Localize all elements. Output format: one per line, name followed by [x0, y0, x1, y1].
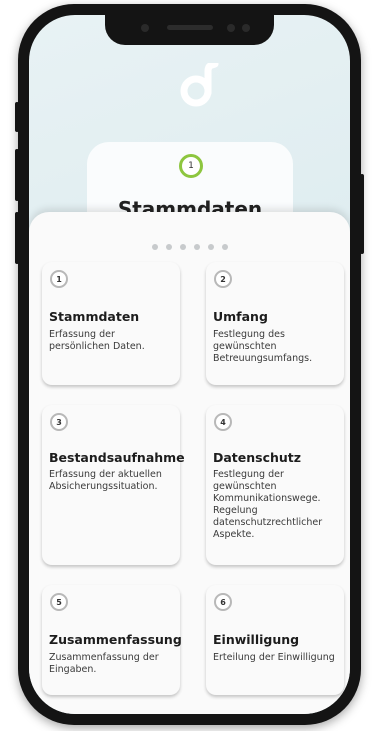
- step-card-stammdaten[interactable]: 1 Stammdaten Erfassung der persönlichen …: [42, 262, 180, 385]
- step-description: Zusammenfassung der Eingaben.: [49, 652, 159, 675]
- power-button: [360, 174, 364, 254]
- pagination-dot[interactable]: [179, 244, 186, 250]
- step-title: Einwilligung: [213, 632, 300, 647]
- step-title: Umfang: [213, 309, 268, 324]
- step-card-datenschutz[interactable]: 4 Datenschutz Festlegung der gewünschten…: [206, 405, 344, 565]
- step-description: Festlegung der gewünschten Kommunikation…: [213, 469, 323, 540]
- screen: 1 Stammdaten 1 Stammdaten Erfassung der …: [29, 15, 350, 714]
- step-title: Datenschutz: [213, 450, 302, 465]
- step-title: Bestandsaufnahme: [49, 450, 185, 465]
- front-camera-icon: [227, 24, 235, 32]
- pagination-dot[interactable]: [165, 244, 172, 250]
- silent-switch: [15, 102, 19, 132]
- step-number-badge: 6: [214, 593, 232, 611]
- pagination-dot[interactable]: [151, 244, 158, 250]
- step-card-einwilligung[interactable]: 6 Einwilligung Erteilung der Einwilligun…: [206, 585, 344, 695]
- volume-up-button: [15, 149, 19, 201]
- pagination-dots: [29, 244, 350, 250]
- step-title: Stammdaten: [49, 309, 140, 324]
- notch: [105, 15, 274, 45]
- proximity-sensor: [141, 24, 149, 32]
- step-number-badge: 1: [50, 270, 68, 288]
- phone-frame: 1 Stammdaten 1 Stammdaten Erfassung der …: [15, 4, 364, 725]
- step-description: Erfassung der persönlichen Daten.: [49, 329, 145, 352]
- current-step-badge: 1: [179, 154, 203, 178]
- step-description: Festlegung des gewünschten Betreuungsumf…: [213, 329, 313, 364]
- step-number-badge: 3: [50, 413, 68, 431]
- step-number-badge: 2: [214, 270, 232, 288]
- speaker: [167, 25, 213, 30]
- d-logo-icon: [180, 63, 219, 107]
- step-number-badge: 5: [50, 593, 68, 611]
- step-title: Zusammenfassung: [49, 632, 182, 647]
- step-description: Erteilung der Einwilligung: [213, 652, 335, 663]
- pagination-dot[interactable]: [207, 244, 214, 250]
- step-card-umfang[interactable]: 2 Umfang Festlegung des gewünschten Betr…: [206, 262, 344, 385]
- step-number-badge: 4: [214, 413, 232, 431]
- step-card-zusammenfassung[interactable]: 5 Zusammenfassung Zusammenfassung der Ei…: [42, 585, 182, 695]
- volume-down-button: [15, 212, 19, 264]
- step-card-bestandsaufnahme[interactable]: 3 Bestandsaufnahme Erfassung der aktuell…: [42, 405, 185, 565]
- step-description: Erfassung der aktuellen Absicherungssitu…: [49, 469, 162, 492]
- pagination-dot[interactable]: [193, 244, 200, 250]
- steps-sheet: 1 Stammdaten Erfassung der persönlichen …: [29, 212, 350, 714]
- pagination-dot[interactable]: [221, 244, 228, 250]
- front-sensor: [242, 24, 250, 32]
